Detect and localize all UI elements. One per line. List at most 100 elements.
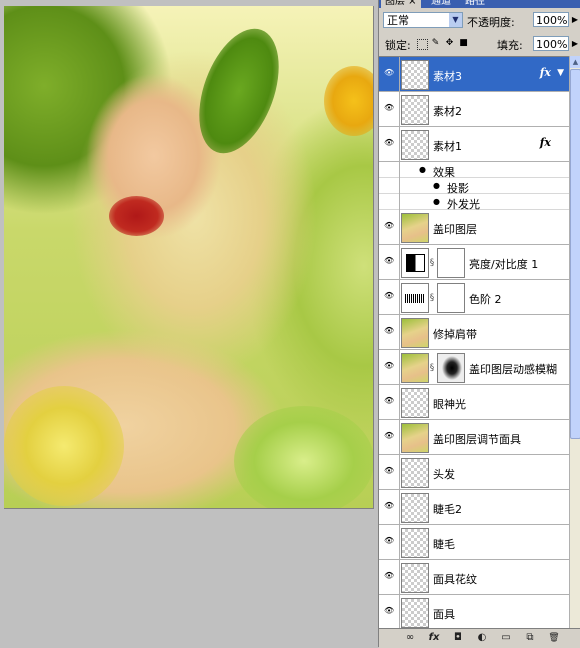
layer-row[interactable]: 👁 盖印图层 bbox=[379, 210, 569, 245]
layer-row[interactable]: 👁 面具 bbox=[379, 595, 569, 629]
canvas-area[interactable] bbox=[0, 0, 380, 647]
eye-icon[interactable]: 👁 bbox=[384, 502, 394, 510]
visibility-toggle[interactable]: 👁 bbox=[379, 595, 400, 629]
chevron-down-icon[interactable]: ▼ bbox=[557, 68, 564, 78]
visibility-toggle[interactable]: 👁 bbox=[379, 280, 400, 314]
lock-transparency-icon[interactable] bbox=[417, 39, 428, 50]
eye-icon[interactable]: 👁 bbox=[384, 572, 394, 580]
eye-icon[interactable]: 👁 bbox=[384, 362, 394, 370]
layer-row[interactable]: 👁 睫毛2 bbox=[379, 490, 569, 525]
eye-icon[interactable]: 👁 bbox=[384, 432, 394, 440]
new-layer-icon[interactable]: ⧉ bbox=[523, 632, 537, 644]
eye-icon[interactable]: 👁 bbox=[384, 327, 394, 335]
visibility-toggle[interactable]: 👁 bbox=[379, 560, 400, 594]
layer-row[interactable]: 👁 § 亮度/对比度 1 bbox=[379, 245, 569, 280]
eye-icon[interactable]: 👁 bbox=[384, 69, 394, 77]
eye-icon[interactable]: 👁 bbox=[384, 397, 394, 405]
layer-list-scrollbar[interactable]: ▲ bbox=[569, 56, 580, 628]
eye-icon[interactable]: 👁 bbox=[384, 139, 394, 147]
layer-row[interactable]: 👁 面具花纹 bbox=[379, 560, 569, 595]
tab-paths[interactable]: 路径 bbox=[461, 0, 489, 8]
layer-thumbnail bbox=[401, 318, 429, 348]
layer-row[interactable]: 👁 素材3 fx ▼ bbox=[379, 57, 569, 92]
layer-row[interactable]: 👁 盖印图层调节面具 bbox=[379, 420, 569, 455]
fill-slider-arrow-icon[interactable]: ▶ bbox=[570, 37, 580, 50]
visibility-toggle[interactable]: 👁 bbox=[379, 315, 400, 349]
layer-thumbnail bbox=[401, 388, 429, 418]
link-icon[interactable]: § bbox=[429, 363, 435, 373]
add-mask-icon[interactable]: ◘ bbox=[451, 632, 465, 644]
eye-icon[interactable]: 👁 bbox=[384, 222, 394, 230]
eye-icon[interactable]: 👁 bbox=[384, 537, 394, 545]
delete-icon[interactable]: 🗑 bbox=[547, 632, 561, 644]
layer-name: 盖印图层动感模糊 bbox=[469, 363, 557, 376]
visibility-toggle[interactable]: 👁 bbox=[379, 350, 400, 384]
scroll-up-icon[interactable]: ▲ bbox=[570, 56, 580, 68]
effects-header[interactable]: ● 效果 bbox=[379, 162, 569, 179]
fill-input[interactable]: 100% bbox=[533, 36, 569, 51]
adjustment-layer-icon[interactable]: ◐ bbox=[475, 632, 489, 644]
chevron-down-icon[interactable]: ▼ bbox=[449, 13, 462, 27]
layer-row[interactable]: 👁 头发 bbox=[379, 455, 569, 490]
eye-icon[interactable]: ● bbox=[433, 182, 443, 190]
visibility-toggle[interactable]: 👁 bbox=[379, 210, 400, 244]
visibility-toggle[interactable]: 👁 bbox=[379, 455, 400, 489]
layer-thumbnail bbox=[401, 493, 429, 523]
new-group-icon[interactable]: ▭ bbox=[499, 632, 513, 644]
blend-options-row: 正常 ▼ 不透明度: 100% ▶ bbox=[379, 9, 580, 31]
link-icon[interactable]: § bbox=[429, 293, 435, 303]
visibility-toggle[interactable]: 👁 bbox=[379, 57, 400, 91]
fx-icon[interactable]: fx bbox=[427, 632, 441, 644]
layer-mask-thumbnail[interactable] bbox=[437, 283, 465, 313]
layer-mask-thumbnail[interactable] bbox=[437, 248, 465, 278]
layer-row[interactable]: 👁 素材2 bbox=[379, 92, 569, 127]
layer-row[interactable]: 👁 § 盖印图层动感模糊 bbox=[379, 350, 569, 385]
blend-mode-select[interactable]: 正常 ▼ bbox=[383, 12, 463, 28]
scroll-thumb[interactable] bbox=[570, 69, 580, 439]
visibility-toggle[interactable]: 👁 bbox=[379, 245, 400, 279]
tab-channels[interactable]: 通道 bbox=[427, 0, 455, 8]
lock-image-icon[interactable]: ✎ bbox=[431, 39, 440, 48]
visibility-toggle[interactable]: 👁 bbox=[379, 525, 400, 559]
visibility-toggle[interactable]: 👁 bbox=[379, 420, 400, 454]
layer-row[interactable]: 👁 素材1 fx bbox=[379, 127, 569, 162]
eye-icon[interactable]: 👁 bbox=[384, 257, 394, 265]
eye-icon[interactable]: 👁 bbox=[384, 104, 394, 112]
document-image[interactable] bbox=[4, 6, 374, 509]
layer-name: 盖印图层 bbox=[433, 223, 477, 236]
link-layers-icon[interactable]: ∞ bbox=[403, 632, 417, 644]
tab-layers[interactable]: 图层 × bbox=[381, 0, 421, 8]
visibility-toggle[interactable]: 👁 bbox=[379, 385, 400, 419]
visibility-toggle[interactable]: 👁 bbox=[379, 92, 400, 126]
lock-all-icon[interactable]: ■ bbox=[459, 39, 468, 48]
visibility-toggle[interactable]: 👁 bbox=[379, 490, 400, 524]
layer-row[interactable]: 👁 睫毛 bbox=[379, 525, 569, 560]
lock-position-icon[interactable]: ✥ bbox=[445, 39, 454, 48]
opacity-input[interactable]: 100% bbox=[533, 12, 569, 27]
layer-thumbnail bbox=[401, 458, 429, 488]
eye-icon[interactable]: 👁 bbox=[384, 607, 394, 615]
layer-name: 睫毛 bbox=[433, 538, 455, 551]
effect-item[interactable]: ● 外发光 bbox=[379, 194, 569, 211]
eye-icon[interactable]: 👁 bbox=[384, 292, 394, 300]
visibility-toggle[interactable] bbox=[379, 162, 400, 178]
layers-panel: 图层 × 通道 路径 正常 ▼ 不透明度: 100% ▶ 锁定: ✎ ✥ ■ 填… bbox=[378, 0, 580, 648]
layer-list[interactable]: 👁 素材3 fx ▼ 👁 素材2 👁 素材1 fx ● 效果 ● 投影 ● 外发光 👁 盖印图层 👁 § 亮度/对比度… bbox=[379, 56, 569, 629]
layer-row[interactable]: 👁 眼神光 bbox=[379, 385, 569, 420]
layer-name: 素材1 bbox=[433, 140, 462, 153]
layer-mask-thumbnail[interactable] bbox=[437, 353, 465, 383]
visibility-toggle[interactable] bbox=[379, 178, 400, 194]
layer-name: 修掉肩带 bbox=[433, 328, 477, 341]
visibility-toggle[interactable]: 👁 bbox=[379, 127, 400, 161]
opacity-slider-arrow-icon[interactable]: ▶ bbox=[570, 13, 580, 26]
eye-icon[interactable]: 👁 bbox=[384, 467, 394, 475]
visibility-toggle[interactable] bbox=[379, 194, 400, 210]
layer-row[interactable]: 👁 § 色阶 2 bbox=[379, 280, 569, 315]
eye-icon[interactable]: ● bbox=[433, 198, 443, 206]
link-icon[interactable]: § bbox=[429, 258, 435, 268]
layer-row[interactable]: 👁 修掉肩带 bbox=[379, 315, 569, 350]
effect-item[interactable]: ● 投影 bbox=[379, 178, 569, 195]
layer-thumbnail bbox=[401, 95, 429, 125]
eye-icon[interactable]: ● bbox=[419, 166, 429, 174]
layer-name: 眼神光 bbox=[433, 398, 466, 411]
